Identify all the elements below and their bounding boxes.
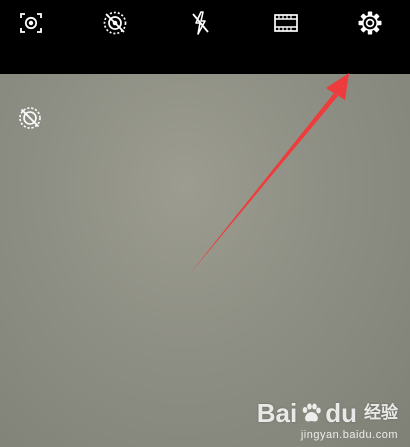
ai-mode-button[interactable] [14,102,46,134]
live-photo-button[interactable] [93,1,137,45]
flash-off-icon [192,11,209,35]
gear-icon [358,11,382,35]
flash-button[interactable] [178,1,222,45]
camera-viewfinder[interactable] [0,74,410,447]
ai-off-icon [19,107,41,129]
live-photo-off-icon [103,11,127,35]
camera-screen: Bai du 经验 jingyan.baidu.com [0,0,410,447]
camera-top-toolbar [0,0,410,74]
aspect-ratio-button[interactable] [264,1,308,45]
settings-button[interactable] [348,1,392,45]
scene-detect-button[interactable] [9,1,53,45]
scene-detect-icon [20,13,42,33]
film-frame-icon [274,14,298,32]
